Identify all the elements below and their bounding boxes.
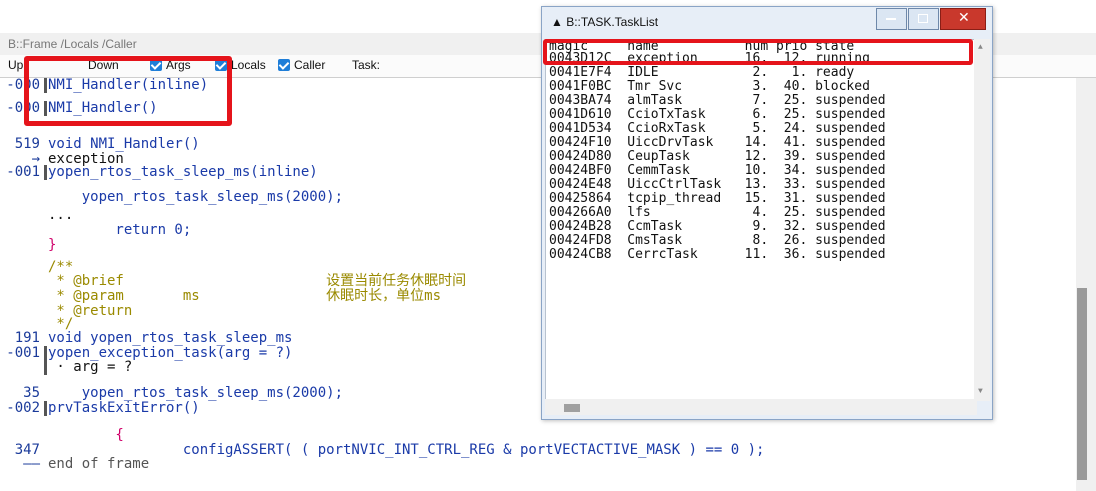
code-text: void yopen_rtos_task_sleep_ms bbox=[48, 330, 293, 346]
line-number: -001 bbox=[6, 164, 40, 180]
code-text: · arg = ? bbox=[48, 359, 133, 375]
code-text: configASSERT( ( portNVIC_INT_CTRL_REG & … bbox=[48, 442, 765, 458]
tasklist-row[interactable]: 00424E48 UiccCtrlTask 13. 33. suspended bbox=[549, 178, 886, 192]
tasklist-row[interactable]: 00425864 tcpip_thread 15. 31. suspended bbox=[549, 192, 886, 206]
tasklist-row[interactable]: 00424F10 UiccDrvTask 14. 41. suspended bbox=[549, 136, 886, 150]
tasklist-maximize-button[interactable] bbox=[908, 8, 939, 30]
code-text: prvTaskExitError() bbox=[48, 400, 200, 416]
scroll-up-icon[interactable]: ▲ bbox=[978, 43, 983, 52]
tasklist-window: ▲ B::TASK.TaskList ✕ magic name num prio… bbox=[541, 6, 993, 420]
code-text: yopen_rtos_task_sleep_ms(2000); bbox=[48, 189, 344, 205]
code-text: yopen_rtos_task_sleep_ms(inline) bbox=[48, 164, 318, 180]
minimize-icon bbox=[886, 18, 896, 20]
code-text: yopen_rtos_task_sleep_ms(2000); bbox=[48, 385, 344, 401]
frame-marker-bar bbox=[44, 165, 47, 180]
line-number: -001 bbox=[6, 345, 40, 361]
tasklist-hscroll-thumb[interactable] bbox=[564, 404, 580, 412]
window-icon: ▲ bbox=[551, 15, 567, 29]
code-text: } bbox=[48, 237, 57, 253]
maximize-icon bbox=[918, 14, 928, 23]
tasklist-row[interactable]: 00424BF0 CemmTask 10. 34. suspended bbox=[549, 164, 886, 178]
code-text: * @brief 设置当前任务休眠时间 bbox=[48, 273, 467, 289]
tasklist-row[interactable]: 0041D534 CcioRxTask 5. 24. suspended bbox=[549, 122, 886, 136]
tasklist-title: ▲ B::TASK.TaskList bbox=[551, 15, 659, 29]
code-text: { bbox=[48, 427, 124, 443]
close-icon: ✕ bbox=[958, 10, 970, 26]
task-label: Task: bbox=[352, 58, 381, 72]
code-text: void NMI_Handler() bbox=[48, 136, 200, 152]
tasklist-row[interactable]: 0041D610 CcioTxTask 6. 25. suspended bbox=[549, 108, 886, 122]
code-text: * @param ms 休眠时长，单位ms bbox=[48, 288, 442, 304]
tasklist-row[interactable]: 00424CB8 CerrcTask 11. 36. suspended bbox=[549, 248, 886, 262]
tasklist-table[interactable]: magic name num prio state 0043D12C except… bbox=[545, 39, 979, 401]
tasklist-close-button[interactable]: ✕ bbox=[940, 8, 986, 30]
line-number: 191 bbox=[14, 330, 40, 346]
tasklist-row[interactable]: 0041F0BC Tmr Svc 3. 40. blocked bbox=[549, 80, 870, 94]
frame-marker-bar bbox=[44, 360, 47, 375]
tasklist-row[interactable]: 00424D80 CeupTask 12. 39. suspended bbox=[549, 150, 886, 164]
line-number: 35 bbox=[23, 385, 40, 401]
highlight-box-exception-row bbox=[543, 39, 973, 65]
tasklist-minimize-button[interactable] bbox=[876, 8, 907, 30]
code-text: ... bbox=[48, 207, 74, 223]
tasklist-row[interactable]: 0041E7F4 IDLE 2. 1. ready bbox=[549, 66, 854, 80]
frame-marker-bar bbox=[44, 401, 47, 416]
tasklist-row[interactable]: 0043BA74 almTask 7. 25. suspended bbox=[549, 94, 886, 108]
tasklist-row[interactable]: 004266A0 lfs 4. 25. suspended bbox=[549, 206, 886, 220]
frame-scroll-thumb[interactable] bbox=[1077, 288, 1087, 480]
highlight-box-nmi-handler bbox=[24, 56, 232, 126]
scroll-down-icon[interactable]: ▼ bbox=[978, 387, 983, 396]
up-button[interactable]: Up bbox=[8, 58, 23, 74]
line-number: 519 bbox=[14, 136, 40, 152]
frame-title: B::Frame /Locals /Caller bbox=[8, 37, 137, 51]
checkbox-icon bbox=[278, 59, 290, 71]
tasklist-row[interactable]: 00424B28 CcmTask 9. 32. suspended bbox=[549, 220, 886, 234]
line-number: -002 bbox=[6, 400, 40, 416]
frame-marker-bar bbox=[44, 346, 47, 361]
caller-checkbox[interactable]: Caller bbox=[278, 58, 325, 74]
code-text: return 0; bbox=[48, 222, 192, 238]
tasklist-horizontal-scrollbar[interactable] bbox=[545, 399, 977, 415]
tasklist-row[interactable]: 00424FD8 CmsTask 8. 26. suspended bbox=[549, 234, 886, 248]
tasklist-vertical-scrollbar[interactable]: ▲ ▼ bbox=[974, 39, 990, 401]
code-text: end of frame bbox=[48, 456, 150, 472]
line-number: —— bbox=[23, 456, 40, 472]
